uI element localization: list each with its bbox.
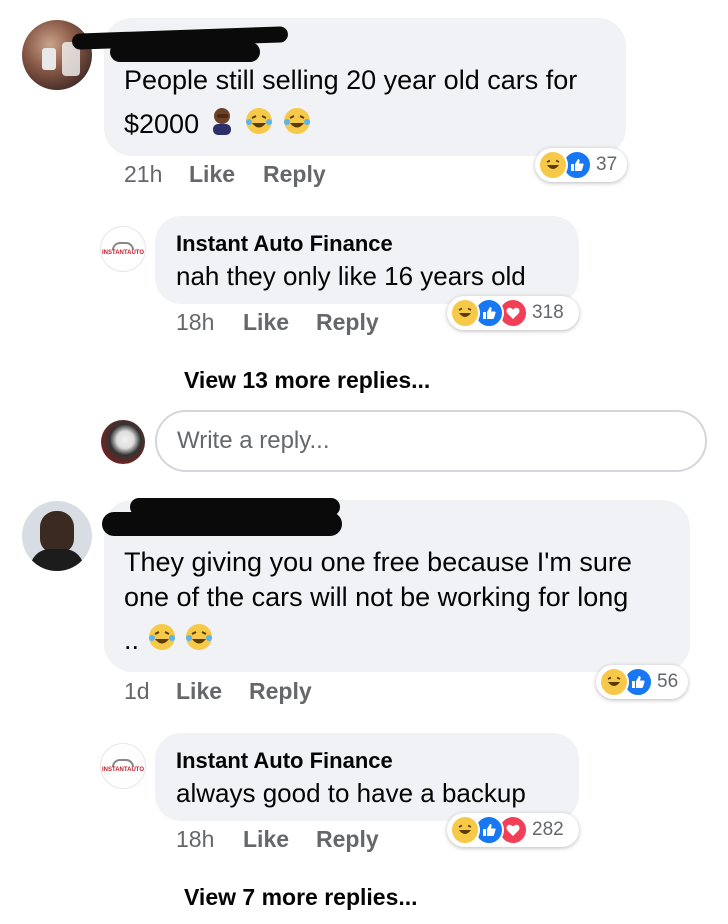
user-avatar[interactable] [101,420,145,464]
laughing-tears-emoji [282,106,312,145]
logo-text: INSTANTAUTO [102,249,144,256]
reaction-summary[interactable]: 282 [447,813,579,847]
commenter-avatar[interactable] [22,20,92,90]
reply-button[interactable]: Reply [263,161,326,188]
haha-icon [599,667,629,697]
reply-text: nah they only like 16 years old [176,261,526,291]
comment-text: People still selling 20 year old cars fo… [124,65,578,95]
reply-button[interactable]: Reply [249,678,312,705]
reaction-summary[interactable]: 56 [596,665,688,699]
comment-text: They giving you one free because I'm sur… [124,547,632,577]
comment-text: .. [124,622,214,661]
reaction-count: 318 [532,302,564,323]
haha-icon [450,815,480,845]
instant-auto-finance-logo[interactable]: INSTANTAUTO [100,743,146,789]
comment-time: 1d [124,678,150,704]
laughing-tears-emoji [147,622,177,661]
haha-icon [538,150,568,180]
like-button[interactable]: Like [243,826,289,853]
haha-icon [450,298,480,328]
view-more-replies-link[interactable]: View 7 more replies... [184,884,418,911]
comment-text: one of the cars will not be working for … [124,582,629,612]
logo-text: INSTANTAUTO [102,766,144,773]
reaction-count: 37 [596,154,618,175]
reaction-summary[interactable]: 318 [447,296,579,330]
comment-time: 21h [124,161,163,187]
facepalm-emoji [207,106,237,145]
view-more-replies-link[interactable]: View 13 more replies... [184,367,430,394]
reply-time: 18h [176,309,215,335]
reply-time: 18h [176,826,215,852]
reply-author[interactable]: Instant Auto Finance [176,231,393,257]
reply-button[interactable]: Reply [316,309,379,336]
instant-auto-finance-logo[interactable]: INSTANTAUTO [100,226,146,272]
comment-text: $2000 [124,106,312,145]
reaction-count: 56 [657,671,679,692]
like-button[interactable]: Like [189,161,235,188]
commenter-avatar[interactable] [22,501,92,571]
laughing-tears-emoji [184,622,214,661]
write-reply-placeholder: Write a reply... [177,427,330,454]
redacted-name [110,42,260,62]
laughing-tears-emoji [244,106,274,145]
comment-text-price: $2000 [124,109,200,139]
like-button[interactable]: Like [176,678,222,705]
reaction-summary[interactable]: 37 [535,148,627,182]
redacted-name [102,512,342,536]
reply-author[interactable]: Instant Auto Finance [176,748,393,774]
reply-text: always good to have a backup [176,778,526,808]
like-button[interactable]: Like [243,309,289,336]
write-reply-input[interactable]: Write a reply... [155,410,707,472]
comment-text-dots: .. [124,625,140,655]
reaction-count: 282 [532,819,564,840]
reply-button[interactable]: Reply [316,826,379,853]
